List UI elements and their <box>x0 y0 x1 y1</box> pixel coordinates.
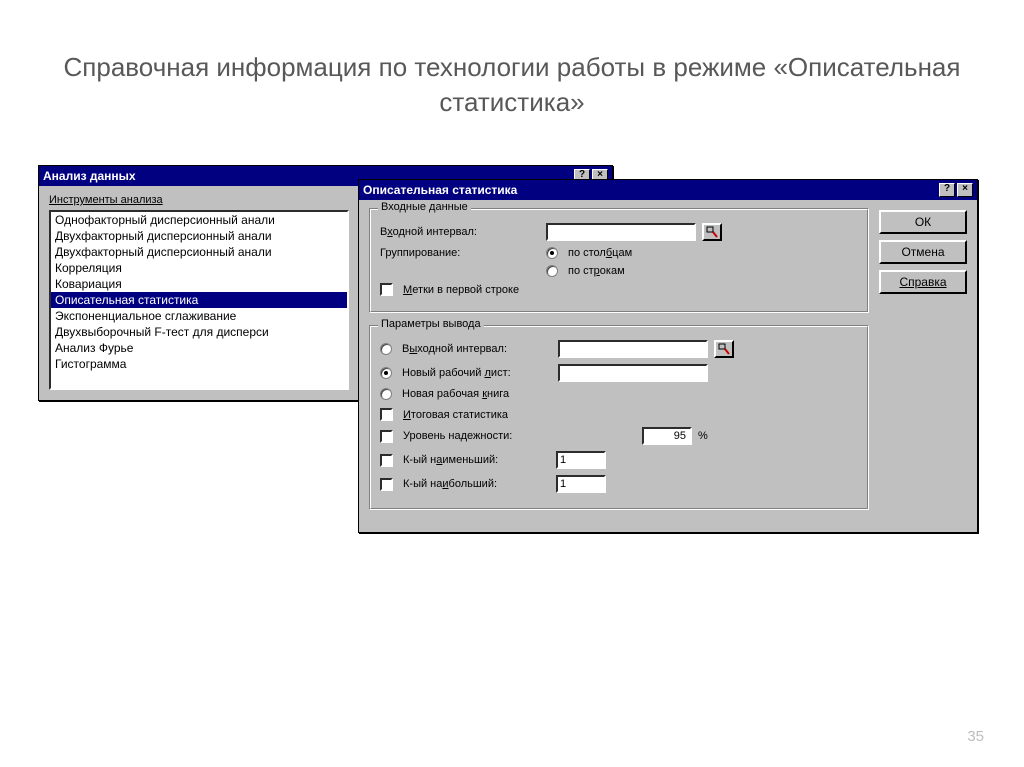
new-worksheet-field[interactable] <box>558 364 708 382</box>
list-item[interactable]: Двухвыборочный F-тест для дисперси <box>51 324 347 340</box>
close-icon[interactable]: × <box>957 183 973 197</box>
summary-statistics-label: Итоговая статистика <box>403 409 508 421</box>
checkbox-labels-first-row[interactable] <box>380 283 393 296</box>
page-title: Справочная информация по технологии рабо… <box>0 50 1024 120</box>
list-item[interactable]: Гистограмма <box>51 356 347 372</box>
by-columns-label: по столбцам <box>568 247 632 259</box>
dialog-title: Описательная статистика <box>363 183 517 197</box>
list-item[interactable]: Ковариация <box>51 276 347 292</box>
list-item[interactable]: Однофакторный дисперсионный анали <box>51 212 347 228</box>
radio-by-rows[interactable] <box>546 265 558 277</box>
tools-listbox[interactable]: Однофакторный дисперсионный аналиДвухфак… <box>49 210 349 390</box>
confidence-level-label: Уровень надежности: <box>403 430 550 442</box>
group-legend: Параметры вывода <box>378 318 484 330</box>
group-input-data: Входные данные Входной интервал: Группир… <box>369 208 869 313</box>
ok-button[interactable]: ОК <box>879 210 967 234</box>
new-workbook-label: Новая рабочая книга <box>402 388 509 400</box>
percent-label: % <box>698 430 708 442</box>
radio-output-range[interactable] <box>380 343 392 355</box>
grouping-label: Группирование: <box>380 247 540 259</box>
labels-first-row-label: Метки в первой строке <box>403 284 519 296</box>
radio-new-worksheet[interactable] <box>380 367 392 379</box>
k-smallest-field[interactable]: 1 <box>556 451 606 469</box>
checkbox-k-smallest[interactable] <box>380 454 393 467</box>
by-rows-label: по строкам <box>568 265 625 277</box>
radio-new-workbook[interactable] <box>380 388 392 400</box>
output-range-field[interactable] <box>558 340 708 358</box>
list-item[interactable]: Двухфакторный дисперсионный анали <box>51 228 347 244</box>
range-selector-icon[interactable] <box>714 340 734 358</box>
list-item[interactable]: Анализ Фурье <box>51 340 347 356</box>
list-item[interactable]: Экспоненциальное сглаживание <box>51 308 347 324</box>
k-smallest-label: К-ый наименьший: <box>403 454 550 466</box>
help-icon[interactable]: ? <box>939 183 955 197</box>
checkbox-confidence-level[interactable] <box>380 430 393 443</box>
output-range-label: Выходной интервал: <box>402 343 552 355</box>
dialog-title: Анализ данных <box>43 169 136 183</box>
list-item[interactable]: Описательная статистика <box>51 292 347 308</box>
range-selector-icon[interactable] <box>702 223 722 241</box>
checkbox-summary-statistics[interactable] <box>380 408 393 421</box>
input-range-label: Входной интервал: <box>380 226 540 238</box>
titlebar: Описательная статистика ? × <box>359 180 977 200</box>
page-number: 35 <box>967 728 984 745</box>
help-button[interactable]: Справка <box>879 270 967 294</box>
checkbox-k-largest[interactable] <box>380 478 393 491</box>
group-legend: Входные данные <box>378 201 471 213</box>
confidence-level-field[interactable]: 95 <box>642 427 692 445</box>
input-range-field[interactable] <box>546 223 696 241</box>
list-item[interactable]: Двухфакторный дисперсионный анали <box>51 244 347 260</box>
cancel-button[interactable]: Отмена <box>879 240 967 264</box>
new-worksheet-label: Новый рабочий лист: <box>402 367 552 379</box>
k-largest-field[interactable]: 1 <box>556 475 606 493</box>
dialog-descriptive-statistics: Описательная статистика ? × Входные данн… <box>358 179 978 533</box>
radio-by-columns[interactable] <box>546 247 558 259</box>
list-item[interactable]: Корреляция <box>51 260 347 276</box>
group-output-params: Параметры вывода Выходной интервал: Новы… <box>369 325 869 510</box>
k-largest-label: К-ый наибольший: <box>403 478 550 490</box>
